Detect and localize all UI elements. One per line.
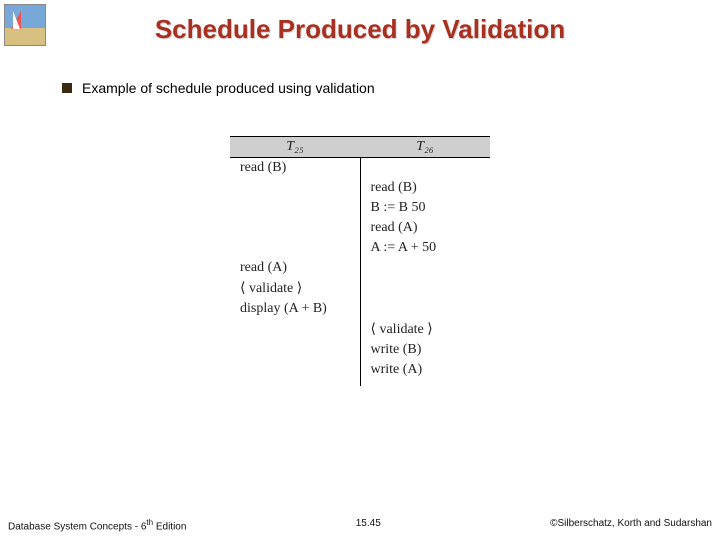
- slide-footer: Database System Concepts - 6th Edition 1…: [0, 518, 720, 532]
- footer-right: ©Silberschatz, Korth and Sudarshan: [550, 518, 712, 532]
- cell-right: read (B): [360, 178, 490, 198]
- table-row: read (B): [230, 158, 490, 179]
- cell-left: [230, 178, 360, 198]
- footer-left-a: Database System Concepts - 6: [8, 521, 146, 532]
- footer-left-b: Edition: [153, 521, 186, 532]
- cell-left: [230, 238, 360, 258]
- cell-right: [360, 299, 490, 319]
- table-row: read (B): [230, 178, 490, 198]
- cell-right: [360, 158, 490, 179]
- table-row: ⟨ validate ⟩: [230, 278, 490, 299]
- table-row: write (A): [230, 360, 490, 386]
- table-row: A := A + 50: [230, 238, 490, 258]
- cell-left: [230, 319, 360, 340]
- cell-left: display (A + B): [230, 299, 360, 319]
- bullet-text: Example of schedule produced using valid…: [82, 80, 375, 96]
- cell-right: [360, 258, 490, 278]
- bullet-square-icon: [62, 83, 72, 93]
- table-row: read (A): [230, 218, 490, 238]
- cell-left: [230, 218, 360, 238]
- cell-right: write (A): [360, 360, 490, 386]
- table-row: read (A): [230, 258, 490, 278]
- footer-left: Database System Concepts - 6th Edition: [8, 518, 186, 532]
- cell-left: ⟨ validate ⟩: [230, 278, 360, 299]
- cell-right: write (B): [360, 340, 490, 360]
- bullet-item: Example of schedule produced using valid…: [62, 80, 375, 96]
- cell-left: read (B): [230, 158, 360, 179]
- table-row: ⟨ validate ⟩: [230, 319, 490, 340]
- table-row: write (B): [230, 340, 490, 360]
- cell-right: [360, 278, 490, 299]
- cell-right: read (A): [360, 218, 490, 238]
- table-row: B := B 50: [230, 198, 490, 218]
- footer-center: 15.45: [356, 518, 381, 532]
- cell-right: A := A + 50: [360, 238, 490, 258]
- cell-left: [230, 360, 360, 386]
- cell-right: B := B 50: [360, 198, 490, 218]
- schedule-table: T₂₅ T₂₆ read (B)read (B)B := B 50read (A…: [230, 136, 490, 386]
- cell-left: [230, 340, 360, 360]
- col-header-t26: T₂₆: [360, 137, 490, 158]
- cell-right: ⟨ validate ⟩: [360, 319, 490, 340]
- table-row: display (A + B): [230, 299, 490, 319]
- col-header-t25: T₂₅: [230, 137, 360, 158]
- slide-title: Schedule Produced by Validation: [0, 14, 720, 45]
- cell-left: read (A): [230, 258, 360, 278]
- cell-left: [230, 198, 360, 218]
